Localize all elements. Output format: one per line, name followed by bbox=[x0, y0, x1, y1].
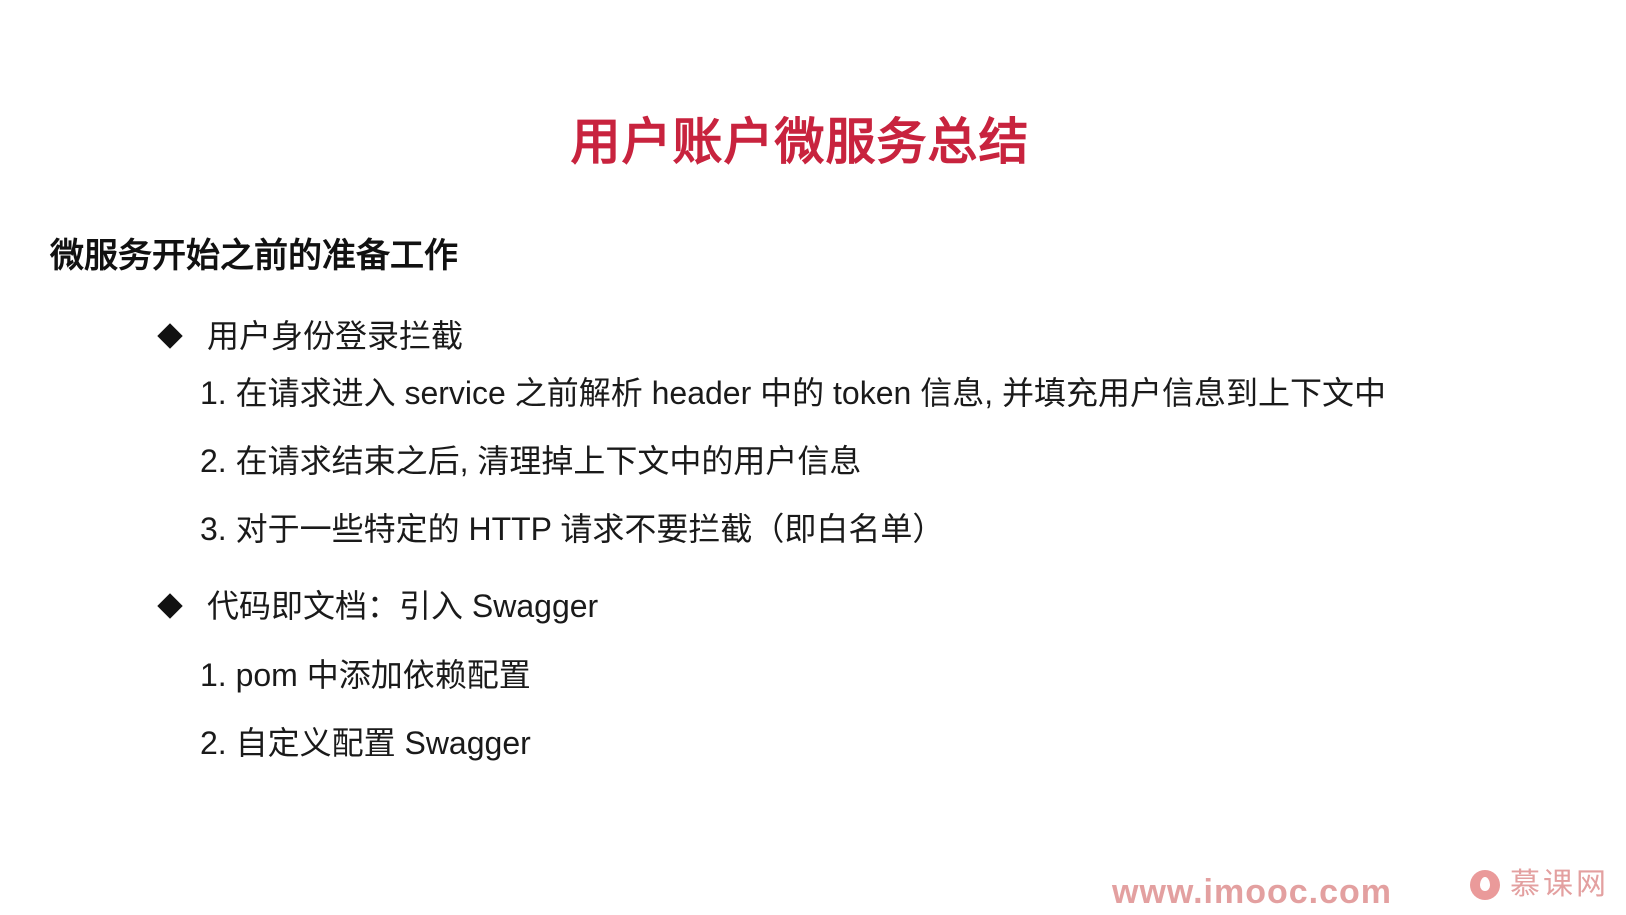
list-item: 2. 自定义配置 Swagger bbox=[200, 725, 531, 761]
bullet-label: 代码即文档：引入 Swagger bbox=[207, 588, 599, 624]
diamond-bullet-icon bbox=[157, 593, 183, 619]
watermark-url: www.imooc.com bbox=[1112, 873, 1393, 911]
bullet-login-intercept: 用户身份登录拦截 bbox=[155, 317, 463, 355]
watermark-brand: 慕课网 bbox=[1470, 870, 1609, 900]
section-heading: 微服务开始之前的准备工作 bbox=[50, 237, 458, 275]
slide-title: 用户账户微服务总结 bbox=[570, 114, 1030, 170]
list-item: 1. pom 中添加依赖配置 bbox=[200, 657, 531, 693]
diamond-bullet-icon bbox=[157, 323, 183, 349]
bullet-swagger-docs: 代码即文档：引入 Swagger bbox=[155, 587, 598, 625]
slide: 用户账户微服务总结 微服务开始之前的准备工作 用户身份登录拦截 1. 在请求进入… bbox=[0, 0, 1626, 915]
list-item: 3. 对于一些特定的 HTTP 请求不要拦截（即白名单） bbox=[200, 511, 945, 547]
bullet-label: 用户身份登录拦截 bbox=[207, 318, 464, 354]
imooc-flame-logo-icon bbox=[1470, 870, 1500, 900]
brand-text: 慕课网 bbox=[1510, 868, 1609, 901]
list-item: 1. 在请求进入 service 之前解析 header 中的 token 信息… bbox=[200, 375, 1386, 411]
list-item: 2. 在请求结束之后, 清理掉上下文中的用户信息 bbox=[200, 443, 862, 479]
